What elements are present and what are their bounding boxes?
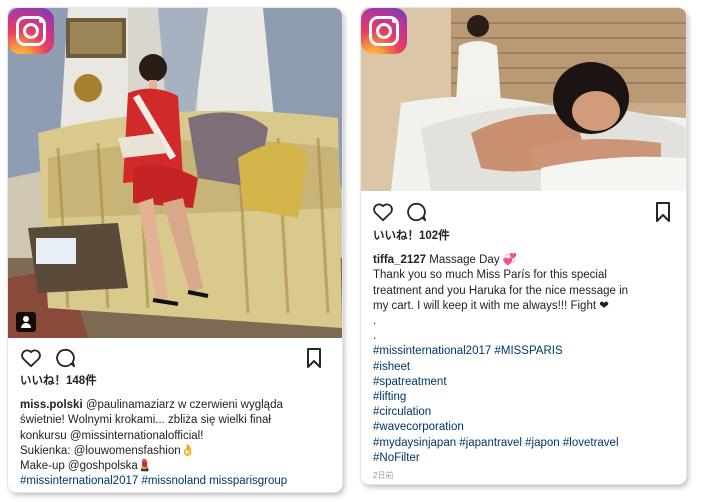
caption-line: świetnie! Wolnymi krokami... zbliża się … [20, 414, 271, 427]
hashtag-line[interactable]: #lifting [373, 390, 678, 405]
hashtag-line[interactable]: #circulation [373, 405, 678, 420]
post-username[interactable]: miss.polski [20, 399, 83, 411]
heart-icon[interactable] [372, 202, 394, 222]
comment-bubble-icon[interactable] [405, 202, 427, 222]
post-text: いいね！148件 miss.polski @paulinamaziarz w c… [20, 374, 334, 489]
caption-line: . [373, 315, 377, 328]
caption-line: . [373, 330, 377, 343]
bookmark-icon[interactable] [306, 348, 322, 368]
hashtag-line[interactable]: #missinternational2017 #missnoland missp… [20, 474, 334, 489]
post-card-miss-polski: いいね！148件 miss.polski @paulinamaziarz w c… [8, 8, 342, 492]
like-count[interactable]: いいね！148件 [20, 374, 334, 389]
instagram-logo-icon [8, 8, 54, 54]
hearts-emoji: 💞 [502, 254, 518, 267]
caption-line: treatment and you Haruka for the nice me… [373, 284, 629, 297]
hashtag-line[interactable]: #spatreatment [373, 375, 678, 390]
post-username[interactable]: tiffa_2127 [373, 254, 426, 266]
caption-line: konkursu @missinternationalofficial! [20, 429, 204, 442]
hashtag-line[interactable]: #mydaysinjapan #japantravel #japon #love… [373, 436, 678, 451]
caption-line: Make-up @goshpolska💄 [20, 460, 153, 473]
post-text: いいね！102件 tiffa_2127 Massage Day 💞 Thank … [373, 229, 678, 483]
post-timestamp: 2日前 [373, 471, 394, 481]
instagram-logo-icon [361, 8, 407, 54]
post-card-tiffa: いいね！102件 tiffa_2127 Massage Day 💞 Thank … [361, 8, 686, 484]
post-actions [361, 200, 686, 226]
lipstick-emoji: 💄 [137, 460, 153, 473]
hashtag-line[interactable]: #isheet [373, 360, 678, 375]
ok-hand-emoji: 👌 [180, 444, 195, 457]
heart-emoji: ❤ [599, 299, 609, 312]
hashtag-line[interactable]: #missinternational2017 #MISSPARIS [373, 344, 678, 359]
post-actions [8, 346, 342, 372]
user-tag-icon[interactable] [16, 312, 36, 332]
post-photo-massage[interactable] [361, 8, 686, 191]
bookmark-icon[interactable] [655, 202, 671, 222]
hashtag-line[interactable]: #wavecorporation [373, 420, 678, 435]
caption-line: tiffa_2127 Massage Day 💞 [373, 254, 518, 267]
post-photo-woman-on-sofa[interactable] [8, 8, 342, 338]
comment-bubble-icon[interactable] [54, 348, 76, 368]
like-count[interactable]: いいね！102件 [373, 229, 678, 244]
caption-line: Thank you so much Miss París for this sp… [373, 269, 607, 282]
caption-line: my cart. I will keep it with me always!!… [373, 299, 609, 312]
caption-line: Sukienka: @louwomensfashion👌 [20, 444, 195, 457]
heart-icon[interactable] [20, 348, 42, 368]
hashtag-line[interactable]: #NoFilter [373, 451, 678, 466]
caption-line: miss.polski @paulinamaziarz w czerwieni … [20, 399, 283, 412]
